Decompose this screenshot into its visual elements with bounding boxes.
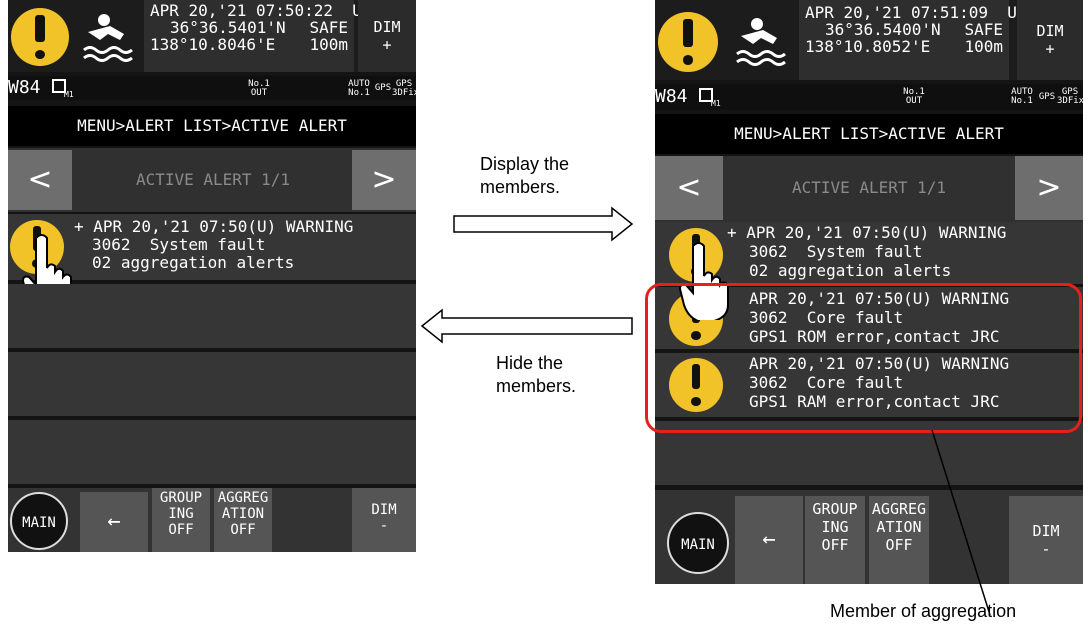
empty-list-row bbox=[8, 352, 416, 416]
output-state: OUT bbox=[905, 96, 923, 106]
left-alert-screen: APR 20,'21 07:50:22 U 36°36.5401'N SAFE 1… bbox=[8, 0, 416, 552]
dim-label: DIM bbox=[1032, 522, 1060, 540]
depth-label: 100m bbox=[309, 35, 348, 54]
dim-plus-button[interactable]: DIM + bbox=[358, 0, 416, 72]
alert-line-2: 3062 System fault bbox=[749, 242, 923, 261]
member-of-aggregation-caption: Member of aggregation bbox=[830, 601, 1017, 621]
longitude: 138°10.8052'E bbox=[805, 37, 931, 56]
warning-bell-icon[interactable] bbox=[11, 8, 69, 66]
monitor-sub: M1 bbox=[64, 90, 74, 99]
aggregation-button[interactable]: AGGREG ATION OFF bbox=[214, 488, 272, 552]
grouping-button[interactable]: GROUP ING OFF bbox=[805, 496, 865, 584]
status-bar: W84 M1 No.1OUT AUTONo.1 GPS GPS3DFix bbox=[8, 76, 416, 100]
empty-list-row bbox=[8, 420, 416, 484]
grouping-state: OFF bbox=[168, 522, 194, 538]
grouping-button[interactable]: GROUP ING OFF bbox=[152, 488, 210, 552]
depth-label: 100m bbox=[964, 37, 1003, 56]
gps-label: GPS bbox=[374, 83, 392, 93]
dim-minus-button[interactable]: DIM - bbox=[1009, 496, 1083, 584]
page-title: ACTIVE ALERT 1/1 bbox=[135, 170, 291, 189]
safe-label: SAFE bbox=[964, 20, 1003, 39]
datetime: APR 20,'21 07:51:09 U bbox=[805, 3, 1017, 22]
dim-sign: - bbox=[1041, 540, 1051, 558]
alert-line-3: 02 aggregation alerts bbox=[92, 253, 295, 272]
auto-source: No.1 bbox=[1011, 96, 1033, 106]
breadcrumb: MENU>ALERT LIST>ACTIVE ALERT bbox=[655, 114, 1083, 154]
man-overboard-icon[interactable] bbox=[80, 10, 136, 66]
grouping-label-2: ING bbox=[821, 518, 849, 536]
system-id: W84 bbox=[8, 77, 41, 98]
right-arrow-icon bbox=[453, 206, 634, 242]
aggregation-label-1: AGGREG bbox=[217, 490, 269, 506]
aggregation-label-2: ATION bbox=[221, 506, 265, 522]
breadcrumb: MENU>ALERT LIST>ACTIVE ALERT bbox=[8, 106, 416, 146]
main-button[interactable]: MAIN bbox=[10, 492, 68, 550]
caption-line: Display the bbox=[480, 154, 570, 174]
gps-fix-state: 3DFix bbox=[392, 88, 416, 98]
back-button[interactable]: ← bbox=[735, 496, 803, 584]
position-status: APR 20,'21 07:51:09 U 36°36.5400'N SAFE 1… bbox=[799, 0, 1017, 80]
warning-bell-icon[interactable] bbox=[658, 12, 718, 72]
dim-label: DIM bbox=[373, 18, 401, 36]
next-page-button[interactable]: > bbox=[352, 150, 416, 210]
dim-sign: - bbox=[379, 518, 389, 534]
dim-sign: + bbox=[1045, 40, 1055, 58]
prev-page-button[interactable]: < bbox=[8, 150, 72, 210]
member-highlight-outline bbox=[645, 283, 1082, 433]
page-title: ACTIVE ALERT 1/1 bbox=[791, 178, 947, 197]
main-button[interactable]: MAIN bbox=[667, 512, 729, 574]
grouping-label-2: ING bbox=[168, 506, 194, 522]
safe-label: SAFE bbox=[309, 18, 348, 37]
alert-line-3: 02 aggregation alerts bbox=[749, 261, 952, 280]
grouping-label-1: GROUP bbox=[812, 500, 858, 518]
caption-line: members. bbox=[480, 177, 561, 197]
monitor-sub: M1 bbox=[711, 99, 721, 108]
dim-minus-button[interactable]: DIM - bbox=[352, 488, 416, 552]
grouping-label-1: GROUP bbox=[159, 490, 203, 506]
grouping-state: OFF bbox=[821, 536, 849, 554]
longitude: 138°10.8046'E bbox=[150, 35, 276, 54]
alert-line-2: 3062 System fault bbox=[92, 235, 266, 254]
caption-line: Hide the bbox=[496, 353, 564, 373]
next-page-button[interactable]: > bbox=[1015, 156, 1083, 220]
prev-page-button[interactable]: < bbox=[655, 156, 723, 220]
hide-members-caption: Hide the members. bbox=[496, 352, 576, 398]
display-members-caption: Display the members. bbox=[480, 153, 569, 199]
aggregation-state: OFF bbox=[230, 522, 256, 538]
man-overboard-icon[interactable] bbox=[733, 14, 789, 70]
alert-line-1: + APR 20,'21 07:50(U) WARNING bbox=[727, 223, 1007, 242]
dim-sign: + bbox=[382, 36, 392, 54]
caption-line: members. bbox=[496, 376, 577, 396]
output-state: OUT bbox=[250, 88, 268, 98]
gps-fix-state: 3DFix bbox=[1057, 96, 1083, 106]
auto-source: No.1 bbox=[348, 88, 370, 98]
dim-label: DIM bbox=[1036, 22, 1064, 40]
dim-plus-button[interactable]: DIM + bbox=[1017, 0, 1083, 80]
empty-list-row bbox=[8, 284, 416, 348]
position-status: APR 20,'21 07:50:22 U 36°36.5401'N SAFE 1… bbox=[144, 0, 362, 72]
back-button[interactable]: ← bbox=[80, 492, 148, 552]
datetime: APR 20,'21 07:50:22 U bbox=[150, 1, 362, 20]
system-id: W84 bbox=[655, 86, 688, 107]
left-arrow-icon bbox=[420, 308, 633, 344]
gps-label: GPS bbox=[1038, 92, 1056, 102]
callout-line bbox=[931, 429, 991, 616]
status-bar: W84 M1 No.1OUT AUTONo.1 GPS GPS3DFix bbox=[655, 84, 1083, 110]
dim-label: DIM bbox=[371, 502, 397, 518]
alert-line-1: + APR 20,'21 07:50(U) WARNING bbox=[74, 217, 354, 236]
